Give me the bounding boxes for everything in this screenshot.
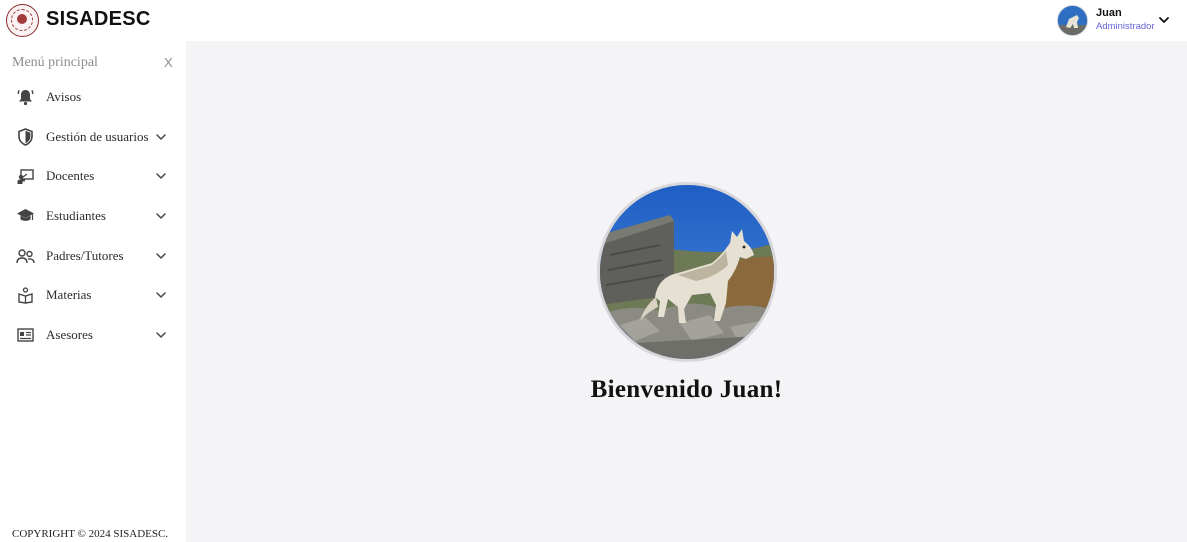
book-icon [16, 286, 35, 304]
bell-icon [16, 88, 35, 106]
app-title: SISADESC [46, 8, 151, 30]
chevron-down-icon [154, 249, 168, 263]
user-name: Juan [1096, 7, 1122, 19]
top-header: SISADESC Juan Administrador [0, 0, 1187, 41]
users-icon [16, 247, 35, 265]
avatar-wolf-photo [1058, 6, 1087, 35]
sidebar-item-gestion-usuarios[interactable]: Gestión de usuarios [0, 119, 186, 155]
sidebar-item-label: Avisos [46, 89, 82, 104]
id-card-icon [16, 326, 35, 344]
close-menu-button[interactable]: X [164, 55, 173, 70]
chevron-down-icon [154, 328, 168, 342]
chevron-down-icon [154, 130, 168, 144]
sidebar-item-label: Docentes [46, 168, 95, 183]
sidebar-item-estudiantes[interactable]: Estudiantes [0, 198, 186, 234]
menu-title: Menú principal [12, 55, 98, 70]
sidebar-item-docentes[interactable]: Docentes [0, 158, 186, 194]
wolf-photo [600, 185, 774, 359]
sidebar-item-padres-tutores[interactable]: Padres/Tutores [0, 238, 186, 274]
sidebar-item-materias[interactable]: Materias [0, 277, 186, 313]
sidebar-item-label: Gestión de usuarios [46, 129, 149, 144]
institution-logo[interactable] [6, 4, 39, 37]
sidebar-item-asesores[interactable]: Asesores [0, 317, 186, 353]
sidebar-item-label: Padres/Tutores [46, 248, 124, 263]
graduation-cap-icon [16, 207, 35, 225]
sidebar-item-label: Asesores [46, 327, 93, 342]
user-avatar[interactable] [1057, 5, 1088, 36]
copyright-text: COPYRIGHT © 2024 SISADESC. [12, 528, 169, 540]
sidebar-item-label: Materias [46, 287, 92, 302]
sidebar-item-label: Estudiantes [46, 208, 106, 223]
logo-emblem [17, 14, 27, 24]
teacher-board-icon [16, 167, 35, 185]
sidebar: Menú principal X Avisos Gestión de usuar… [0, 41, 186, 542]
welcome-heading: Bienvenido Juan! [590, 376, 783, 403]
user-menu-chevron-icon[interactable] [1157, 13, 1171, 27]
user-role: Administrador [1096, 21, 1155, 32]
profile-photo [597, 182, 777, 362]
main-content: Bienvenido Juan! [186, 41, 1187, 542]
sidebar-item-avisos[interactable]: Avisos [0, 79, 186, 115]
chevron-down-icon [154, 169, 168, 183]
chevron-down-icon [154, 209, 168, 223]
chevron-down-icon [154, 288, 168, 302]
shield-icon [16, 128, 35, 146]
